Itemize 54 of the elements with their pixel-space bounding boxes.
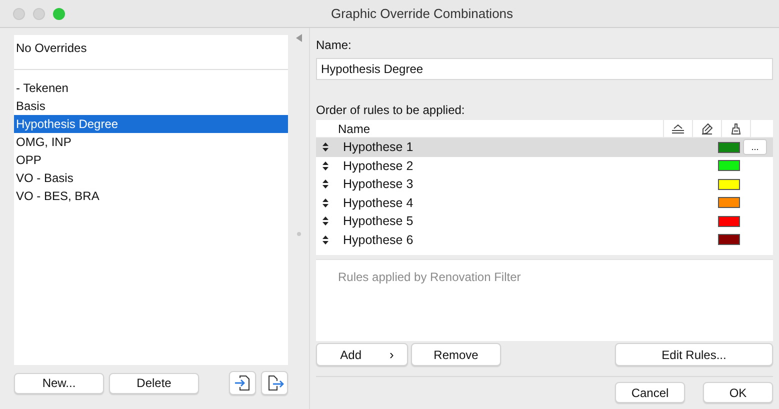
list-item[interactable]: VO - Basis	[14, 169, 288, 187]
list-item[interactable]: VO - BES, BRA	[14, 187, 288, 205]
export-button[interactable]	[261, 371, 288, 395]
list-item[interactable]: Hypothesis Degree	[14, 115, 288, 133]
delete-button[interactable]: Delete	[109, 372, 199, 394]
color-swatch[interactable]	[718, 142, 740, 153]
remove-button[interactable]: Remove	[411, 343, 501, 366]
name-label: Name:	[316, 37, 352, 53]
rules-label: Order of rules to be applied:	[316, 102, 466, 118]
splitter-handle[interactable]	[297, 232, 301, 236]
color-swatch[interactable]	[718, 234, 740, 246]
add-button[interactable]: Add ›	[316, 343, 408, 366]
import-icon	[234, 374, 252, 392]
reorder-icon[interactable]	[322, 216, 329, 226]
rule-name: Hypothese 2	[343, 158, 414, 173]
rule-row[interactable]: Hypothese 4	[316, 194, 773, 212]
reorder-icon[interactable]	[322, 198, 329, 208]
import-button[interactable]	[229, 371, 256, 395]
cancel-button[interactable]: Cancel	[615, 382, 685, 403]
rule-row[interactable]: Hypothese 5	[316, 212, 773, 230]
brush-icon	[731, 122, 741, 134]
color-swatch[interactable]	[718, 160, 740, 172]
rule-name: Hypothese 3	[343, 177, 414, 192]
pen-icon	[701, 122, 713, 134]
rule-name: Hypothese 5	[343, 214, 414, 228]
list-item[interactable]: No Overrides	[14, 35, 288, 61]
rule-row[interactable]: Hypothese 6	[316, 230, 773, 249]
renovation-note: Rules applied by Renovation Filter	[338, 270, 521, 284]
reorder-icon[interactable]	[322, 179, 329, 190]
list-item[interactable]: - Tekenen	[14, 79, 288, 97]
more-button[interactable]: ...	[743, 139, 767, 156]
edit-rules-button[interactable]: Edit Rules...	[615, 343, 773, 366]
rule-row[interactable]: Hypothese 1 ...	[316, 138, 773, 156]
rule-name: Hypothese 6	[343, 232, 414, 247]
export-icon	[266, 374, 284, 392]
color-swatch[interactable]	[718, 197, 740, 208]
rule-name: Hypothese 1	[343, 140, 414, 154]
list-item[interactable]: OMG, INP	[14, 133, 288, 151]
list-item[interactable]: Basis	[14, 97, 288, 115]
name-field[interactable]: Hypothesis Degree	[316, 58, 773, 80]
window-title: Graphic Override Combinations	[330, 6, 514, 21]
reorder-icon[interactable]	[322, 142, 329, 152]
rule-name: Hypothese 4	[343, 196, 414, 210]
column-header[interactable]: Name	[316, 122, 663, 136]
list-item[interactable]: OPP	[14, 151, 288, 169]
rule-row[interactable]: Hypothese 3	[316, 175, 773, 194]
layers-icon	[671, 124, 685, 134]
ok-button[interactable]: OK	[703, 382, 773, 403]
color-swatch[interactable]	[718, 216, 740, 227]
reorder-icon[interactable]	[322, 160, 329, 171]
new-button[interactable]: New...	[14, 372, 104, 394]
rule-row[interactable]: Hypothese 2	[316, 156, 773, 175]
reorder-icon[interactable]	[322, 234, 329, 245]
color-swatch[interactable]	[718, 178, 740, 190]
